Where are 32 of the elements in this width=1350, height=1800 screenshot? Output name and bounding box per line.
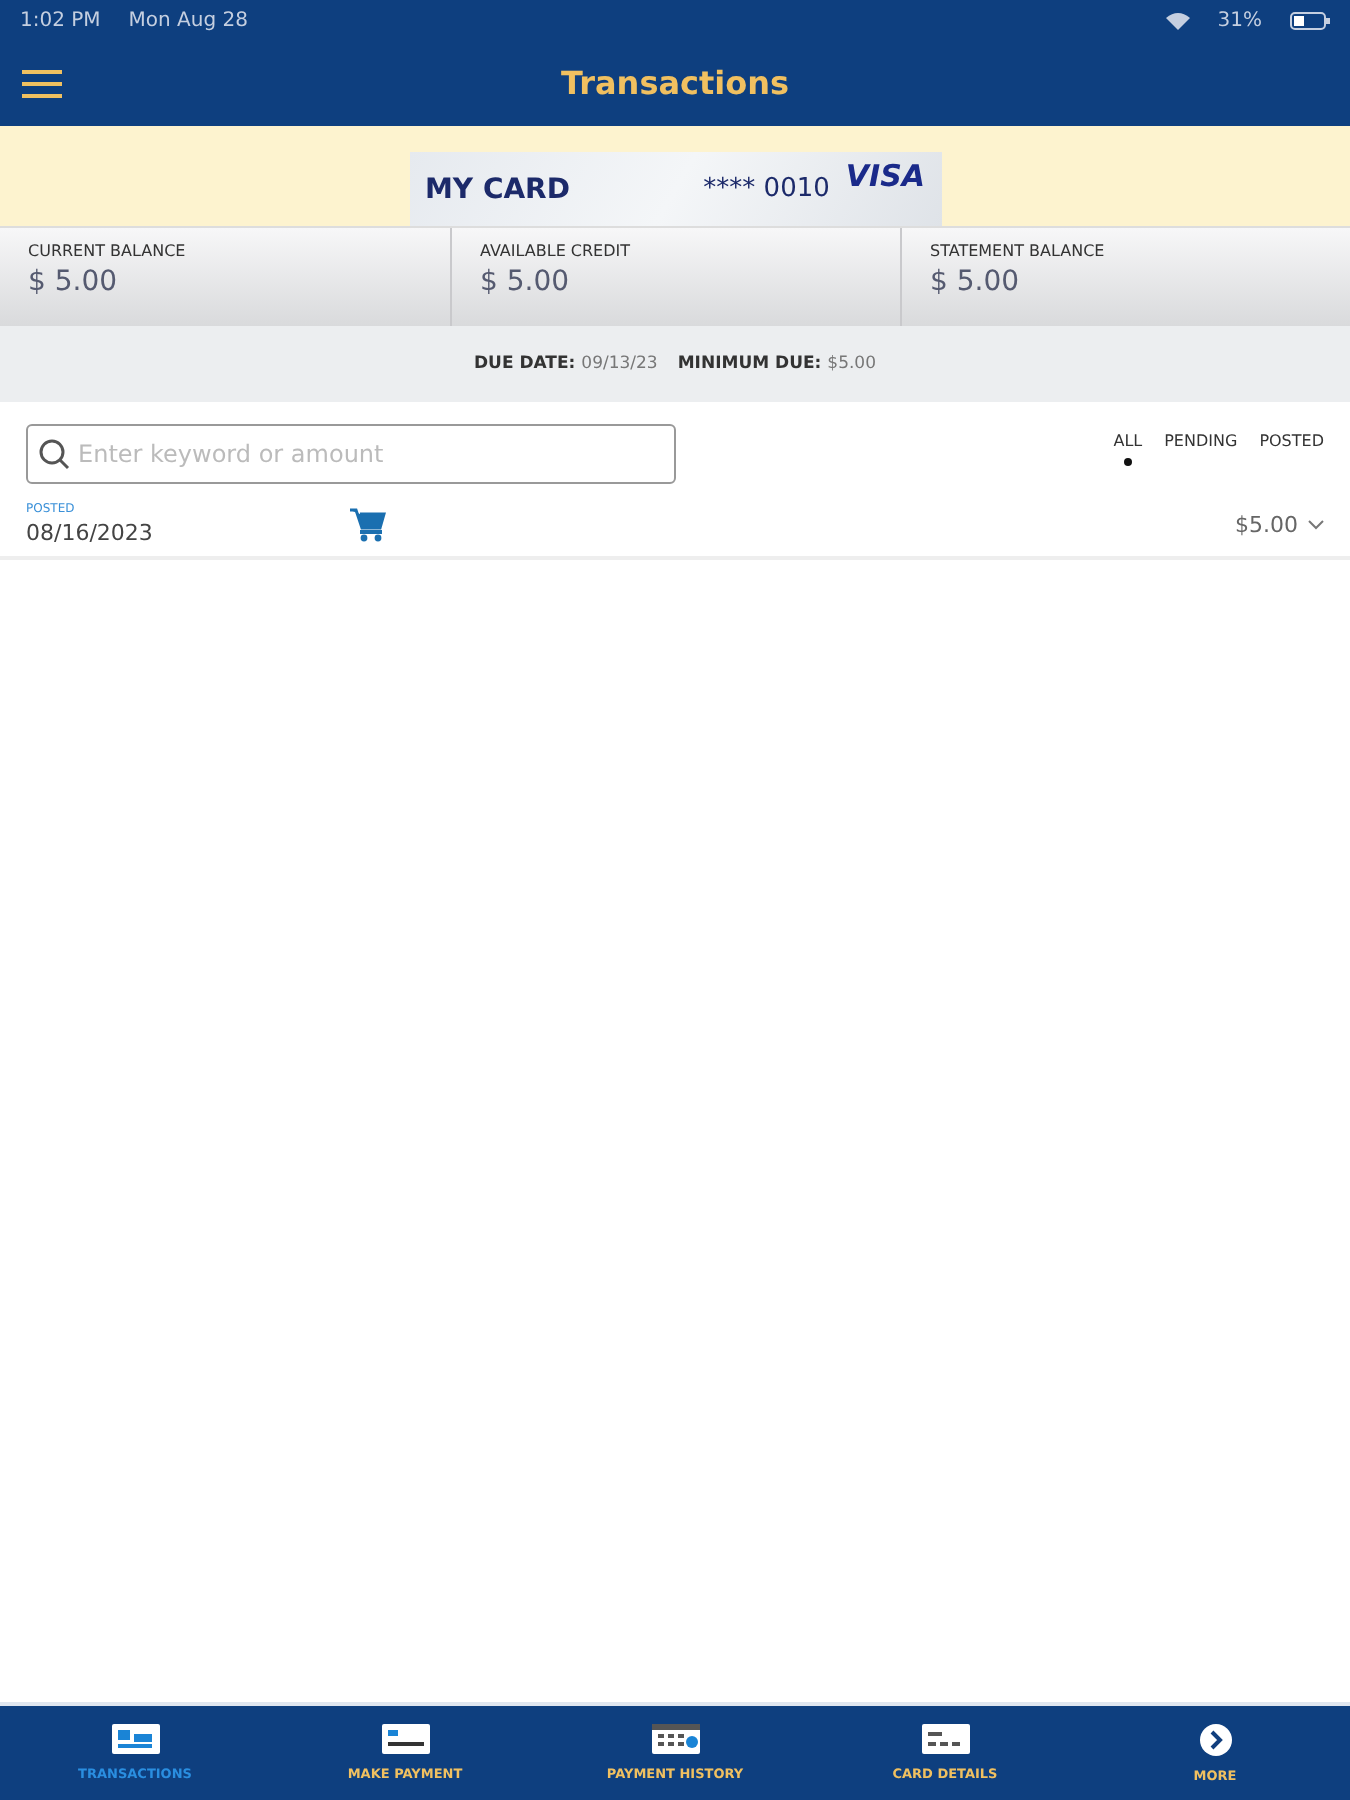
status-time: 1:02 PM [20, 9, 101, 31]
balance-label: AVAILABLE CREDIT [480, 242, 633, 260]
cart-icon [350, 507, 386, 541]
menu-button[interactable] [22, 69, 62, 97]
card-brand: VISA [845, 158, 925, 194]
balance-value: $ 5.00 [480, 266, 572, 298]
balance-value: $ 5.00 [28, 266, 120, 298]
status-date: Mon Aug 28 [128, 9, 248, 31]
card-icon [921, 1724, 969, 1754]
card-icon [381, 1724, 429, 1754]
balance-value: $ 5.00 [930, 266, 1022, 298]
search-field[interactable]: Enter keyword or amount [26, 424, 676, 484]
screen-title: Transactions [560, 64, 790, 102]
search-icon [38, 438, 70, 470]
balance-label: STATEMENT BALANCE [930, 242, 1107, 260]
chevron-right-icon [1199, 1723, 1231, 1755]
card-name: MY CARD [425, 173, 570, 205]
transaction-date: 08/16/2023 [26, 520, 155, 546]
balance-label: CURRENT BALANCE [28, 242, 188, 260]
filter-tab[interactable]: PENDING [1164, 432, 1238, 476]
card-number: **** 0010 [703, 174, 830, 204]
due-date: DUE DATE: 09/13/23 [473, 354, 658, 374]
transaction-amount: $5.00 [1235, 511, 1298, 537]
chevron-down-icon [1308, 519, 1324, 529]
battery-percent: 31% [1217, 9, 1262, 31]
filter-tab[interactable]: ALL [1113, 432, 1143, 476]
calendar-icon [651, 1724, 699, 1754]
minimum-due: MINIMUM DUE: $5.00 [677, 354, 876, 374]
battery-icon [1290, 11, 1330, 29]
wifi-icon [1165, 11, 1190, 29]
filter-tab[interactable]: POSTED [1259, 432, 1324, 476]
card-icon [111, 1724, 159, 1754]
